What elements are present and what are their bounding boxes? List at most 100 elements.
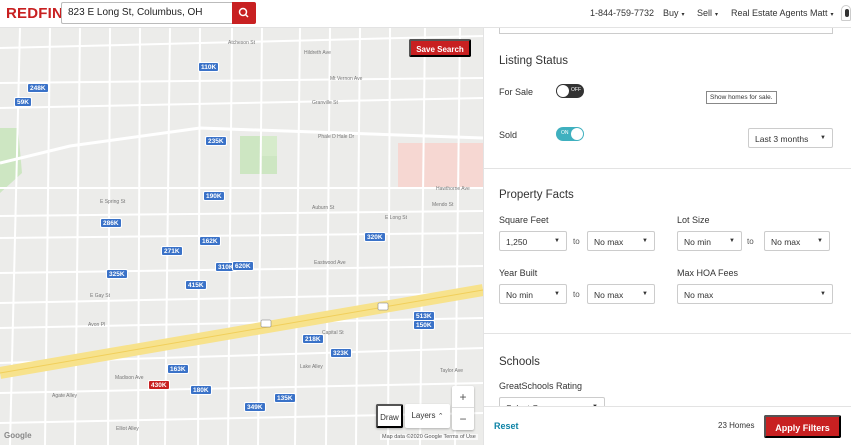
price-marker[interactable]: 415K — [185, 280, 207, 290]
max-hoa-select[interactable]: No max ▼ — [677, 284, 833, 304]
price-marker[interactable]: 218K — [302, 334, 324, 344]
lot-min-select[interactable]: No min ▼ — [677, 231, 742, 251]
section-divider — [484, 168, 851, 169]
chevron-down-icon: ▾ — [715, 12, 719, 18]
street-label: Lake Alley — [300, 364, 323, 370]
map-view[interactable]: Atcheson St Hildreth Ave Mt Vernon Ave G… — [0, 28, 483, 445]
range-to-label: to — [747, 237, 754, 246]
nav-buy-label: Buy — [663, 8, 679, 18]
draw-button[interactable]: Draw — [376, 404, 403, 428]
square-feet-label: Square Feet — [499, 215, 549, 225]
price-marker[interactable]: 286K — [100, 218, 122, 228]
street-label: Mt Vernon Ave — [330, 76, 363, 82]
price-marker[interactable]: 162K — [199, 236, 221, 246]
max-hoa-label: Max HOA Fees — [677, 268, 739, 278]
apply-filters-button[interactable]: Apply Filters — [764, 415, 841, 438]
price-marker[interactable]: 349K — [244, 402, 266, 412]
price-marker[interactable]: 271K — [161, 246, 183, 256]
street-label: Mendo St — [432, 202, 454, 208]
price-marker[interactable]: 110K — [198, 62, 220, 72]
lot-size-label: Lot Size — [677, 215, 710, 225]
street-label: Auburn St — [312, 205, 335, 211]
price-marker[interactable]: 135K — [274, 393, 296, 403]
price-marker[interactable]: 320K — [364, 232, 386, 242]
price-marker[interactable]: 190K — [203, 191, 225, 201]
filters-footer: Reset 23 Homes Apply Filters — [484, 406, 851, 445]
year-min-select[interactable]: No min ▼ — [499, 284, 567, 304]
chevron-down-icon: ▼ — [642, 291, 648, 297]
map-attribution[interactable]: Map data ©2020 Google Terms of Use — [380, 434, 478, 440]
street-label: Elliot Alley — [116, 426, 139, 432]
price-marker[interactable]: 150K — [413, 320, 435, 330]
save-search-button[interactable]: Save Search — [409, 39, 471, 57]
nav-user-menu[interactable]: Matt ▾ — [810, 8, 834, 18]
search-button[interactable] — [232, 2, 256, 24]
reset-button[interactable]: Reset — [494, 421, 519, 431]
lot-max-value: No max — [771, 237, 801, 247]
user-name: Matt — [810, 8, 828, 18]
filters-panel: Listing Status For Sale OFF Show homes f… — [483, 26, 851, 445]
section-divider — [484, 333, 851, 334]
street-label: Capital St — [322, 330, 344, 336]
year-max-select[interactable]: No max ▼ — [587, 284, 655, 304]
street-label: Atcheson St — [228, 40, 255, 46]
year-max-value: No max — [594, 290, 624, 300]
nav-sell[interactable]: Sell ▾ — [697, 8, 718, 18]
sold-period-select[interactable]: Last 3 months ▼ — [748, 128, 833, 148]
chevron-down-icon: ▼ — [554, 291, 560, 297]
for-sale-toggle[interactable]: OFF — [556, 84, 584, 98]
year-min-value: No min — [506, 290, 533, 300]
chevron-down-icon: ▼ — [729, 238, 735, 244]
sqft-max-select[interactable]: No max ▼ — [587, 231, 655, 251]
nav-sell-label: Sell — [697, 8, 713, 18]
search-input[interactable]: 823 E Long St, Columbus, OH — [61, 2, 232, 24]
price-marker[interactable]: 325K — [106, 269, 128, 279]
layers-label: Layers — [411, 411, 436, 420]
chevron-down-icon: ▼ — [642, 238, 648, 244]
top-nav-bar: REDFIN 823 E Long St, Columbus, OH 1-844… — [0, 0, 851, 28]
street-label: E Gay St — [90, 293, 111, 299]
street-label: Taylor Ave — [440, 368, 463, 374]
sqft-min-select[interactable]: 1,250 ▼ — [499, 231, 567, 251]
greatschools-rating-label: GreatSchools Rating — [499, 381, 583, 391]
nav-real-estate-agents[interactable]: Real Estate Agents — [731, 8, 808, 18]
street-label: Eastwood Ave — [314, 260, 346, 266]
chevron-down-icon: ▾ — [681, 12, 685, 18]
price-marker[interactable]: 163K — [167, 364, 189, 374]
price-marker[interactable]: 248K — [27, 83, 49, 93]
toggle-state: OFF — [571, 87, 581, 93]
layers-button[interactable]: Layers ⌃ — [405, 404, 450, 428]
nav-buy[interactable]: Buy ▾ — [663, 8, 685, 18]
price-marker[interactable]: 620K — [232, 261, 254, 271]
chevron-down-icon: ▼ — [820, 291, 826, 297]
range-to-label: to — [573, 237, 580, 246]
redfin-logo[interactable]: REDFIN — [6, 5, 63, 22]
price-marker[interactable]: 323K — [330, 348, 352, 358]
street-label: Phale D Hale Dr — [318, 134, 355, 140]
zoom-control: + − — [452, 386, 474, 430]
listing-status-title: Listing Status — [499, 55, 569, 67]
street-label: Hawthorne Ave — [436, 186, 470, 192]
lot-min-value: No min — [684, 237, 711, 247]
sqft-min-value: 1,250 — [506, 237, 528, 247]
street-label: Granville St — [312, 100, 338, 106]
sold-toggle[interactable]: ON — [556, 127, 584, 141]
zoom-out-button[interactable]: − — [452, 408, 474, 430]
toggle-knob — [557, 85, 569, 97]
zoom-in-button[interactable]: + — [452, 386, 474, 408]
home-count: 23 Homes — [718, 421, 755, 430]
schools-title: Schools — [499, 356, 540, 368]
price-marker[interactable]: 59K — [14, 97, 32, 107]
sqft-max-value: No max — [594, 237, 624, 247]
price-marker-selected[interactable]: 430K — [148, 380, 170, 390]
sold-label: Sold — [499, 130, 518, 140]
chevron-down-icon: ▼ — [817, 238, 823, 244]
avatar[interactable] — [841, 5, 851, 21]
price-marker[interactable]: 235K — [205, 136, 227, 146]
map-streets — [0, 28, 483, 445]
price-marker[interactable]: 180K — [190, 385, 212, 395]
phone-number-link[interactable]: 1-844-759-7732 — [590, 8, 654, 18]
toggle-knob — [571, 128, 583, 140]
toggle-state: ON — [561, 130, 569, 136]
lot-max-select[interactable]: No max ▼ — [764, 231, 830, 251]
